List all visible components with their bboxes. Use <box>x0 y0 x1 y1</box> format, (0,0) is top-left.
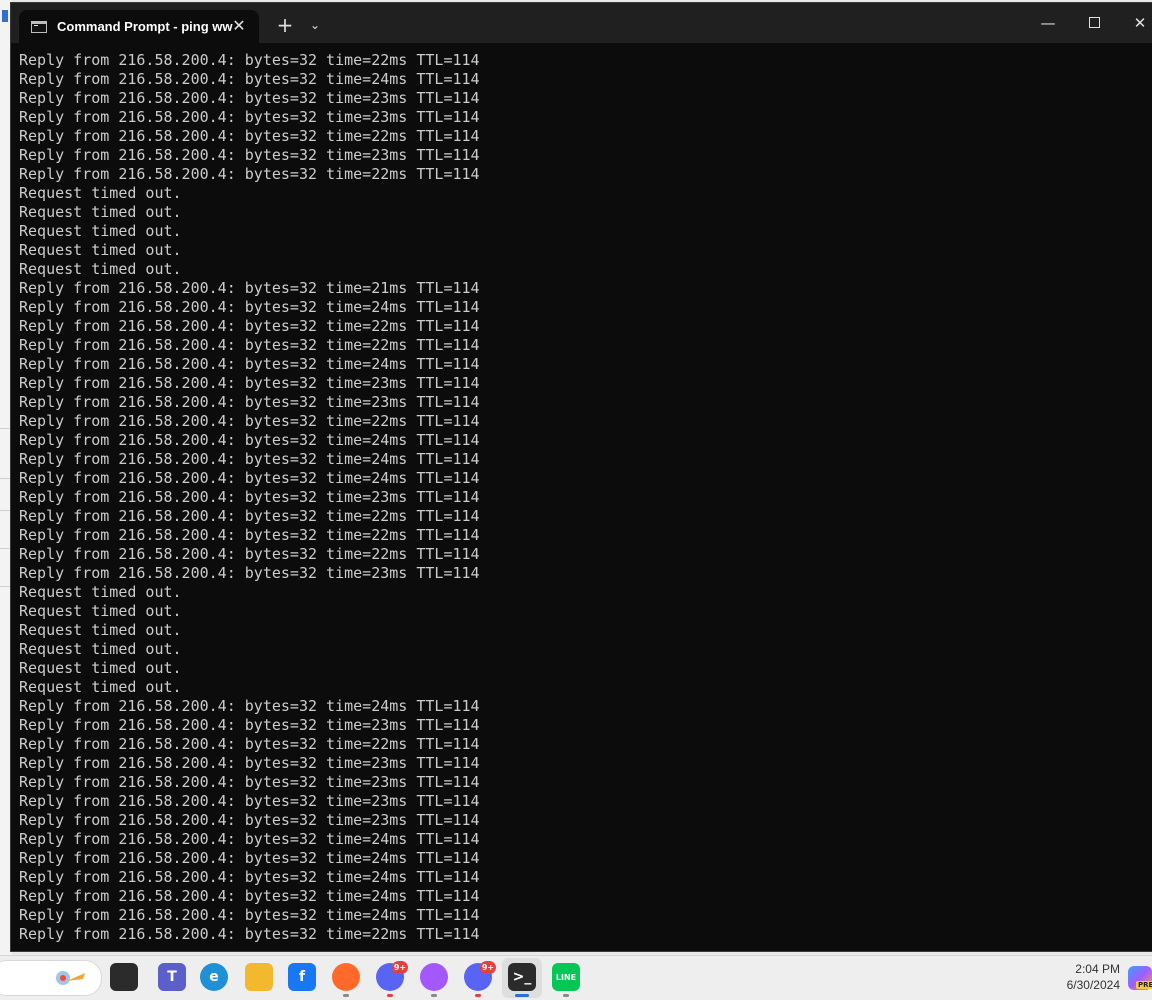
console-line: Reply from 216.58.200.4: bytes=32 time=2… <box>19 925 480 943</box>
console-line: Reply from 216.58.200.4: bytes=32 time=2… <box>19 51 480 69</box>
desktop-app-fragment <box>2 10 8 22</box>
minimize-button[interactable]: — <box>1033 11 1063 35</box>
console-line: Reply from 216.58.200.4: bytes=32 time=2… <box>19 887 480 905</box>
console-line: Reply from 216.58.200.4: bytes=32 time=2… <box>19 450 480 468</box>
running-indicator <box>515 994 529 997</box>
console-line: Reply from 216.58.200.4: bytes=32 time=2… <box>19 526 480 544</box>
console-line: Reply from 216.58.200.4: bytes=32 time=2… <box>19 830 480 848</box>
console-line: Reply from 216.58.200.4: bytes=32 time=2… <box>19 89 480 107</box>
console-line: Reply from 216.58.200.4: bytes=32 time=2… <box>19 507 480 525</box>
close-button[interactable]: ✕ <box>1125 11 1152 35</box>
console-line: Request timed out. <box>19 678 182 696</box>
console-line: Reply from 216.58.200.4: bytes=32 time=2… <box>19 754 480 772</box>
console-line: Reply from 216.58.200.4: bytes=32 time=2… <box>19 868 480 886</box>
console-line: Request timed out. <box>19 583 182 601</box>
chevron-down-icon[interactable]: ⌄ <box>303 13 327 37</box>
messenger-icon[interactable] <box>420 963 448 991</box>
console-line: Reply from 216.58.200.4: bytes=32 time=2… <box>19 336 480 354</box>
title-bar[interactable]: Command Prompt - ping ww ✕ + ⌄ — ✕ <box>11 3 1152 43</box>
notification-badge: 9+ <box>480 961 496 974</box>
console-line: Request timed out. <box>19 241 182 259</box>
new-tab-button[interactable]: + <box>273 13 297 37</box>
console-line: Reply from 216.58.200.4: bytes=32 time=2… <box>19 412 480 430</box>
running-indicator <box>343 994 349 997</box>
terminal-window: Command Prompt - ping ww ✕ + ⌄ — ✕ Reply… <box>10 2 1152 952</box>
console-line: Reply from 216.58.200.4: bytes=32 time=2… <box>19 355 480 373</box>
console-line: Request timed out. <box>19 203 182 221</box>
console-line: Reply from 216.58.200.4: bytes=32 time=2… <box>19 564 480 582</box>
console-line: Reply from 216.58.200.4: bytes=32 time=2… <box>19 545 480 563</box>
line-icon[interactable]: LINE <box>552 963 580 991</box>
console-line: Reply from 216.58.200.4: bytes=32 time=2… <box>19 108 480 126</box>
search-highlight-icon <box>56 971 85 985</box>
clock-date: 6/30/2024 <box>1066 978 1120 992</box>
console-line: Reply from 216.58.200.4: bytes=32 time=2… <box>19 431 480 449</box>
clock-time: 2:04 PM <box>1075 962 1120 976</box>
console-line: Reply from 216.58.200.4: bytes=32 time=2… <box>19 127 480 145</box>
running-indicator <box>387 994 393 997</box>
console-line: Reply from 216.58.200.4: bytes=32 time=2… <box>19 792 480 810</box>
console-line: Reply from 216.58.200.4: bytes=32 time=2… <box>19 849 480 867</box>
maximize-button[interactable] <box>1079 11 1109 35</box>
console-line: Request timed out. <box>19 640 182 658</box>
console-line: Reply from 216.58.200.4: bytes=32 time=2… <box>19 317 480 335</box>
console-line: Request timed out. <box>19 260 182 278</box>
console-line: Reply from 216.58.200.4: bytes=32 time=2… <box>19 773 480 791</box>
console-line: Reply from 216.58.200.4: bytes=32 time=2… <box>19 146 480 164</box>
copilot-badge: PRE <box>1136 981 1152 989</box>
console-line: Reply from 216.58.200.4: bytes=32 time=2… <box>19 279 480 297</box>
console-line: Reply from 216.58.200.4: bytes=32 time=2… <box>19 165 480 183</box>
maximize-icon <box>1088 17 1100 28</box>
taskbar: Te f 9+ 9+ >_ LINE 2:04 PM 6/30/2024 PRE <box>0 955 1152 1000</box>
console-line: Reply from 216.58.200.4: bytes=32 time=2… <box>19 70 480 88</box>
running-indicator <box>563 994 569 997</box>
console-line: Reply from 216.58.200.4: bytes=32 time=2… <box>19 906 480 924</box>
console-line: Request timed out. <box>19 222 182 240</box>
console-line: Reply from 216.58.200.4: bytes=32 time=2… <box>19 697 480 715</box>
notification-badge: 9+ <box>392 961 408 974</box>
facebook-icon[interactable]: f <box>288 963 316 991</box>
console-line: Request timed out. <box>19 659 182 677</box>
console-line: Reply from 216.58.200.4: bytes=32 time=2… <box>19 716 480 734</box>
console-line: Reply from 216.58.200.4: bytes=32 time=2… <box>19 735 480 753</box>
tab-close-icon[interactable]: ✕ <box>229 16 249 36</box>
console-output[interactable]: Reply from 216.58.200.4: bytes=32 time=2… <box>19 51 1152 951</box>
tab-title: Command Prompt - ping ww <box>57 19 233 34</box>
running-indicator <box>475 994 481 997</box>
console-line: Reply from 216.58.200.4: bytes=32 time=2… <box>19 488 480 506</box>
tab-command-prompt[interactable]: Command Prompt - ping ww ✕ <box>19 10 259 43</box>
console-line: Reply from 216.58.200.4: bytes=32 time=2… <box>19 298 480 316</box>
console-line: Request timed out. <box>19 621 182 639</box>
running-indicator <box>431 994 437 997</box>
console-line: Reply from 216.58.200.4: bytes=32 time=2… <box>19 469 480 487</box>
search-box[interactable] <box>0 960 102 996</box>
cmd-icon <box>31 20 47 33</box>
console-line: Request timed out. <box>19 602 182 620</box>
task-view-icon[interactable] <box>110 963 138 991</box>
console-line: Reply from 216.58.200.4: bytes=32 time=2… <box>19 393 480 411</box>
console-line: Request timed out. <box>19 184 182 202</box>
console-line: Reply from 216.58.200.4: bytes=32 time=2… <box>19 811 480 829</box>
console-line: Reply from 216.58.200.4: bytes=32 time=2… <box>19 374 480 392</box>
teams-icon[interactable]: T <box>158 963 186 991</box>
file-explorer-icon[interactable] <box>245 963 273 991</box>
clock[interactable]: 2:04 PM 6/30/2024 <box>1040 961 1120 993</box>
terminal-icon[interactable]: >_ <box>508 963 536 991</box>
edge-icon[interactable]: e <box>200 963 228 991</box>
firefox-icon[interactable] <box>332 963 360 991</box>
